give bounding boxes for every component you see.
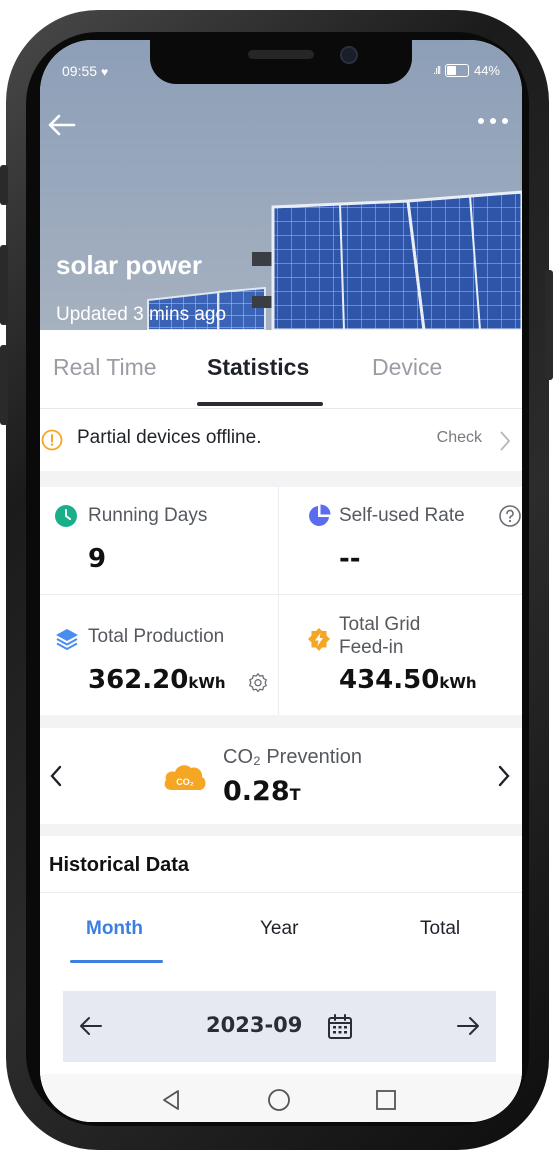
status-time-text: 09:55 bbox=[62, 63, 98, 79]
total-production-label: Total Production bbox=[88, 626, 225, 647]
hero-banner: 09:55 ♥ .ıll 44% solar power Updated 3 m… bbox=[40, 40, 522, 330]
status-time: 09:55 ♥ bbox=[62, 63, 108, 79]
status-indicators: .ıll 44% bbox=[433, 63, 500, 78]
feed-in-label-line1: Total Grid bbox=[339, 614, 421, 635]
total-production-value: 362.20kWh bbox=[88, 665, 226, 695]
tab-statistics[interactable]: Statistics bbox=[207, 354, 309, 381]
side-button bbox=[0, 165, 8, 205]
total-production-number: 362.20 bbox=[88, 665, 189, 695]
lightning-icon bbox=[308, 628, 330, 651]
nav-back-icon[interactable] bbox=[160, 1088, 182, 1112]
total-grid-feed-in-label: Total Grid Feed-in bbox=[339, 613, 420, 659]
co2-badge-text: CO₂ bbox=[176, 777, 194, 787]
chevron-right-icon bbox=[500, 431, 511, 451]
selected-date[interactable]: 2023-09 bbox=[206, 1013, 302, 1037]
co2-prevention-card: CO₂ CO₂ Prevention 0.28T bbox=[40, 728, 522, 824]
system-nav-bar bbox=[40, 1074, 522, 1122]
period-tab-year[interactable]: Year bbox=[260, 918, 298, 940]
offline-notice[interactable]: Partial devices offline. Check bbox=[40, 409, 522, 471]
app-screen: 09:55 ♥ .ıll 44% solar power Updated 3 m… bbox=[40, 40, 522, 1122]
signal-icon: .ıll bbox=[432, 64, 441, 77]
co2-number: 0.28 bbox=[223, 776, 290, 807]
section-title: Historical Data bbox=[49, 854, 190, 876]
battery-percent: 44% bbox=[473, 63, 500, 78]
co2-label: CO₂ Prevention bbox=[223, 746, 362, 768]
power-button bbox=[545, 270, 553, 380]
arrow-left-icon bbox=[48, 114, 76, 136]
divider bbox=[278, 487, 279, 715]
co2-cloud-icon: CO₂ bbox=[164, 765, 206, 790]
date-selector: 2023-09 bbox=[63, 991, 496, 1062]
stats-grid: Running Days 9 Self-used Rate -- Total P… bbox=[40, 487, 522, 715]
check-link[interactable]: Check bbox=[437, 429, 482, 447]
nav-home-icon[interactable] bbox=[267, 1088, 291, 1112]
total-production-unit: kWh bbox=[188, 674, 226, 692]
battery-icon bbox=[444, 64, 469, 77]
period-tab-month[interactable]: Month bbox=[86, 918, 143, 940]
chevron-left-icon[interactable] bbox=[48, 764, 64, 788]
camera-notch bbox=[150, 40, 412, 84]
page-title: solar power bbox=[56, 250, 202, 280]
calendar-icon[interactable] bbox=[326, 1013, 354, 1041]
front-camera bbox=[340, 46, 358, 64]
tab-bar: Real Time Statistics Device bbox=[40, 330, 522, 409]
notice-text: Partial devices offline. bbox=[77, 427, 262, 448]
clock-icon bbox=[55, 505, 77, 527]
feed-in-unit: kWh bbox=[439, 674, 477, 692]
question-circle-icon[interactable] bbox=[498, 504, 522, 528]
heart-icon: ♥ bbox=[100, 65, 109, 79]
volume-down-button bbox=[0, 345, 8, 425]
period-tab-total[interactable]: Total bbox=[420, 918, 460, 940]
feed-in-label-line2: Feed-in bbox=[339, 637, 404, 658]
tab-active-indicator bbox=[197, 402, 323, 406]
warning-circle-icon bbox=[41, 429, 63, 451]
tab-real-time[interactable]: Real Time bbox=[53, 354, 157, 381]
self-used-rate-label: Self-used Rate bbox=[339, 505, 465, 526]
arrow-left-icon[interactable] bbox=[79, 1015, 103, 1037]
more-button[interactable] bbox=[478, 118, 508, 124]
tab-device[interactable]: Device bbox=[372, 354, 442, 381]
speaker-grille bbox=[248, 50, 314, 59]
co2-value: 0.28T bbox=[223, 776, 301, 807]
self-used-rate-value: -- bbox=[339, 544, 361, 574]
running-days-value: 9 bbox=[88, 544, 107, 574]
nav-recents-icon[interactable] bbox=[375, 1089, 397, 1111]
layers-icon bbox=[56, 629, 78, 650]
running-days-label: Running Days bbox=[88, 505, 208, 526]
chevron-right-icon[interactable] bbox=[496, 764, 512, 788]
total-grid-feed-in-value: 434.50kWh bbox=[339, 665, 477, 695]
divider bbox=[40, 892, 522, 893]
updated-time: Updated 3 mins ago bbox=[56, 304, 227, 325]
back-button[interactable] bbox=[44, 108, 78, 146]
period-active-indicator bbox=[70, 960, 163, 963]
co2-unit: T bbox=[289, 785, 301, 804]
gear-icon[interactable] bbox=[247, 672, 269, 694]
volume-up-button bbox=[0, 245, 8, 325]
arrow-right-icon[interactable] bbox=[456, 1015, 480, 1037]
divider bbox=[40, 594, 522, 595]
pie-chart-icon bbox=[309, 504, 331, 526]
more-horizontal-icon bbox=[478, 118, 484, 124]
feed-in-number: 434.50 bbox=[339, 665, 440, 695]
